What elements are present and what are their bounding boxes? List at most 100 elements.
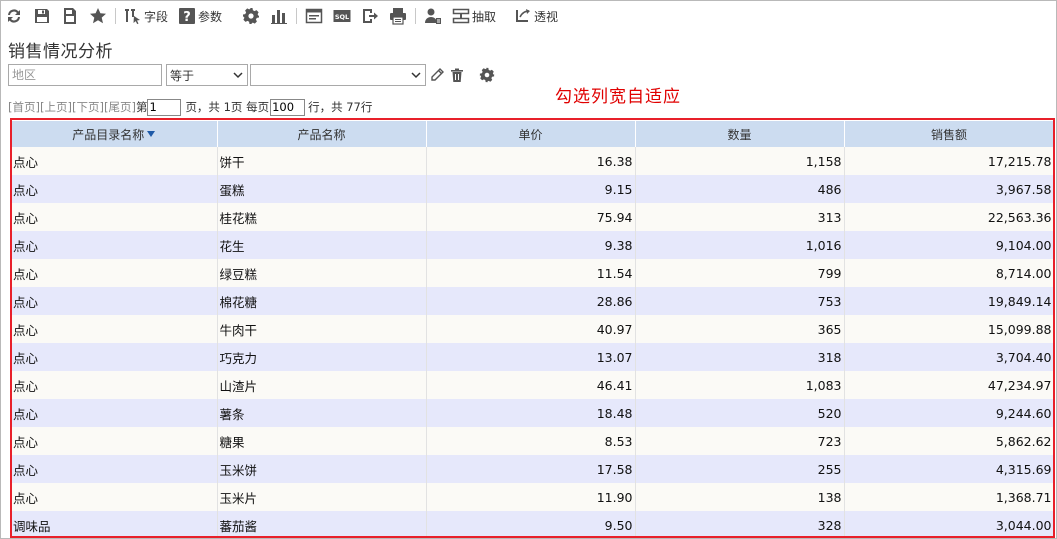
cell-quantity: 313 (635, 203, 845, 231)
favorite-button[interactable] (84, 4, 112, 28)
data-grid: 产品目录名称 产品名称 单价 数量 销售额 点心 饼干 16.38 1,158 17,2… (10, 118, 1055, 538)
column-header-product[interactable]: 产品名称 (217, 121, 427, 147)
prev-page-link[interactable]: [上页] (40, 99, 72, 115)
cell-sales: 9,104.00 (844, 231, 1053, 259)
cell-product: 饼干 (217, 147, 427, 175)
table-row[interactable]: 点心 桂花糕 75.94 313 22,563.36 (12, 203, 1053, 231)
pivot-icon (516, 9, 531, 22)
cell-product: 糖果 (217, 427, 427, 455)
table-row[interactable]: 点心 蛋糕 9.15 486 3,967.58 (12, 175, 1053, 203)
cell-category: 调味品 (12, 511, 218, 536)
cell-quantity: 799 (635, 259, 845, 287)
table-row[interactable]: 点心 花生 9.38 1,016 9,104.00 (12, 231, 1053, 259)
cell-product: 蛋糕 (217, 175, 427, 203)
table-row[interactable]: 调味品 蕃茄酱 9.50 328 3,044.00 (12, 511, 1053, 536)
cell-quantity: 723 (635, 427, 845, 455)
toolbar-divider (415, 8, 417, 24)
cell-price: 17.58 (426, 455, 636, 483)
cell-quantity: 138 (635, 483, 845, 511)
cell-product: 棉花糖 (217, 287, 427, 315)
print-icon (390, 8, 407, 25)
pivot-label: 透视 (534, 9, 559, 24)
table-row[interactable]: 点心 巧克力 13.07 318 3,704.40 (12, 343, 1053, 371)
edit-button[interactable] (427, 64, 447, 86)
sort-desc-icon[interactable] (147, 130, 156, 137)
table-row[interactable]: 点心 绿豆糕 11.54 799 8,714.00 (12, 259, 1053, 287)
cell-category: 点心 (12, 287, 218, 315)
column-header-sales[interactable]: 销售额 (844, 121, 1053, 147)
cell-price: 40.97 (426, 315, 636, 343)
cell-sales: 8,714.00 (844, 259, 1053, 287)
page-number-input[interactable] (147, 98, 182, 116)
refresh-icon (8, 9, 20, 23)
cell-sales: 17,215.78 (844, 147, 1053, 175)
cell-sales: 1,368.71 (844, 483, 1053, 511)
table-row[interactable]: 点心 玉米片 11.90 138 1,368.71 (12, 483, 1053, 511)
cell-category: 点心 (12, 147, 218, 175)
export-button[interactable] (356, 4, 384, 28)
operator-select[interactable]: 等于 (166, 64, 248, 86)
table-row[interactable]: 点心 玉米饼 17.58 255 4,315.69 (12, 455, 1053, 483)
column-header-quantity[interactable]: 数量 (635, 121, 845, 147)
first-page-link[interactable]: [首页] (8, 99, 40, 115)
filter-field-input[interactable] (8, 64, 162, 86)
operator-value: 等于 (170, 68, 195, 83)
table-row[interactable]: 点心 饼干 16.38 1,158 17,215.78 (12, 147, 1053, 175)
svg-text:SQL: SQL (335, 13, 349, 21)
filter-settings-button[interactable] (477, 64, 497, 86)
cell-sales: 22,563.36 (844, 203, 1053, 231)
chart-button[interactable] (265, 4, 293, 28)
save-as-button[interactable] (56, 4, 84, 28)
page-size-input[interactable] (270, 98, 306, 116)
cell-sales: 3,044.00 (844, 511, 1053, 536)
cell-quantity: 1,158 (635, 147, 845, 175)
toolbar: 字段 ? 参数 SQL 抽取 透视 (0, 4, 563, 28)
params-icon: ? (179, 8, 196, 25)
sql-button[interactable]: SQL (328, 4, 356, 28)
toolbar-divider (296, 8, 298, 24)
cell-product: 巧克力 (217, 343, 427, 371)
column-header-category[interactable]: 产品目录名称 (12, 121, 218, 147)
cell-quantity: 520 (635, 399, 845, 427)
page-title: 销售情况分析 (8, 42, 113, 62)
cell-product: 桂花糕 (217, 203, 427, 231)
cell-sales: 15,099.88 (844, 315, 1053, 343)
table-row[interactable]: 点心 山渣片 46.41 1,083 47,234.97 (12, 371, 1053, 399)
next-page-link[interactable]: [下页] (72, 99, 104, 115)
extract-label: 抽取 (472, 9, 497, 24)
column-header-price[interactable]: 单价 (426, 121, 636, 147)
layout-icon (305, 8, 323, 24)
svg-text:?: ? (183, 10, 191, 25)
table-row[interactable]: 点心 牛肉干 40.97 365 15,099.88 (12, 315, 1053, 343)
extract-button[interactable]: 抽取 (447, 4, 501, 28)
refresh-button[interactable] (0, 4, 28, 28)
print-button[interactable] (384, 4, 412, 28)
params-button[interactable]: ? 参数 (173, 4, 227, 28)
layout-button[interactable] (300, 4, 328, 28)
pivot-button[interactable]: 透视 (509, 4, 563, 28)
settings-button[interactable] (237, 4, 265, 28)
cell-sales: 4,315.69 (844, 455, 1053, 483)
cell-category: 点心 (12, 455, 218, 483)
sales-table: 产品目录名称 产品名称 单价 数量 销售额 点心 饼干 16.38 1,158 17,2… (12, 121, 1053, 536)
last-page-link[interactable]: [尾页] (104, 99, 136, 115)
delete-button[interactable] (447, 64, 467, 86)
chevron-down-icon (411, 72, 421, 79)
filter-value-select[interactable] (250, 64, 426, 86)
cell-category: 点心 (12, 371, 218, 399)
table-row[interactable]: 点心 棉花糖 28.86 753 19,849.14 (12, 287, 1053, 315)
cell-sales: 5,862.62 (844, 427, 1053, 455)
cell-category: 点心 (12, 343, 218, 371)
user-button[interactable] (419, 4, 447, 28)
gear-icon (243, 8, 260, 24)
table-row[interactable]: 点心 糖果 8.53 723 5,862.62 (12, 427, 1053, 455)
save-button[interactable] (28, 4, 56, 28)
table-row[interactable]: 点心 薯条 18.48 520 9,244.60 (12, 399, 1053, 427)
cell-quantity: 365 (635, 315, 845, 343)
page-prefix: 第 (135, 100, 148, 114)
cell-sales: 3,967.58 (844, 175, 1053, 203)
cell-category: 点心 (12, 231, 218, 259)
cell-price: 8.53 (426, 427, 636, 455)
field-button[interactable]: 字段 (119, 4, 173, 28)
cell-quantity: 255 (635, 455, 845, 483)
